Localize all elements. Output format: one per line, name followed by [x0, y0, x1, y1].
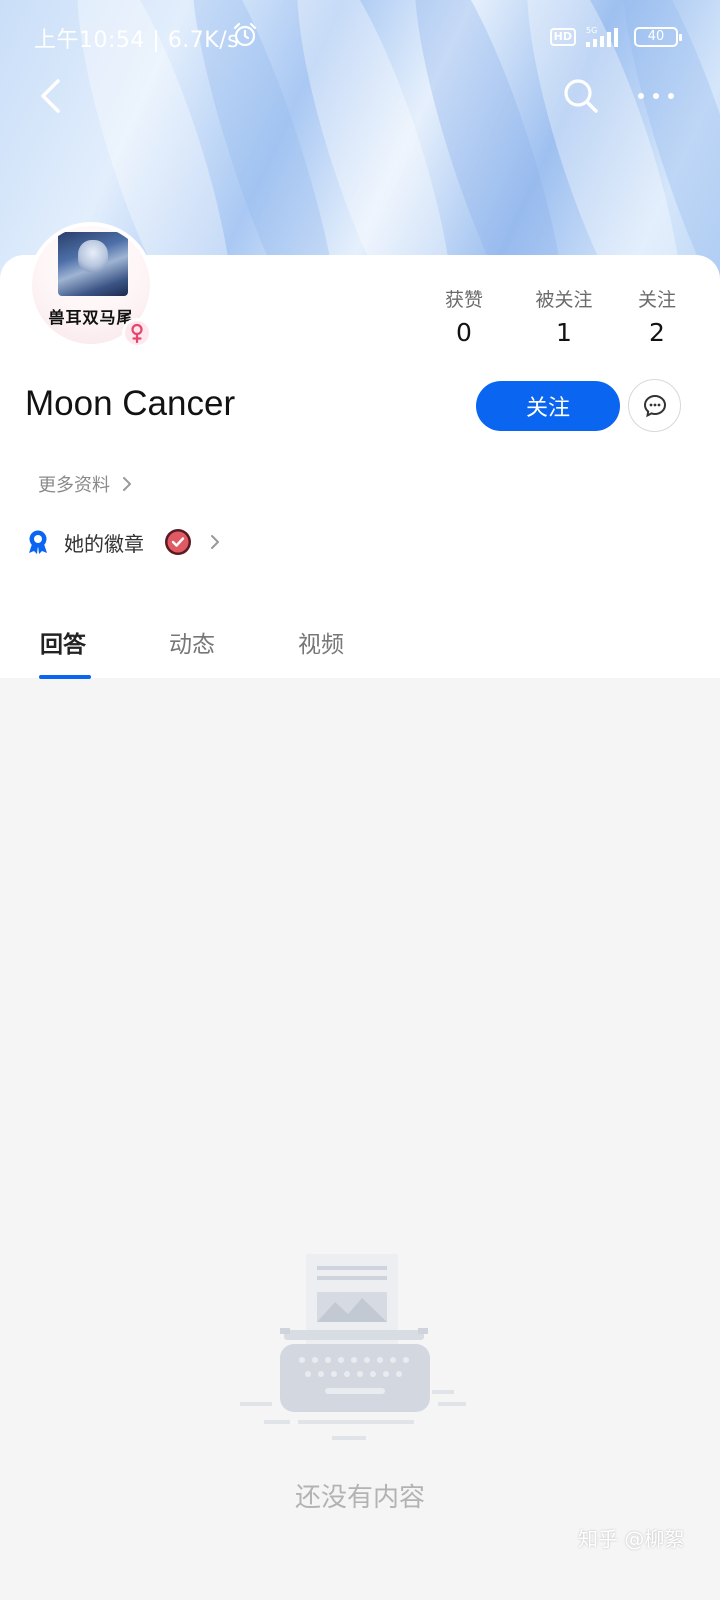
watermark: 知乎 @柳絮 — [578, 1527, 685, 1551]
stat-likes[interactable]: 获赞 0 — [432, 285, 496, 347]
stat-followers[interactable]: 被关注 1 — [524, 285, 604, 347]
stat-value: 1 — [556, 318, 572, 347]
verified-badge-icon — [165, 529, 191, 555]
tab-activity[interactable]: 动态 — [169, 625, 215, 659]
avatar-image — [58, 232, 128, 296]
battery-icon: 40 — [634, 27, 682, 47]
content-tabs: 回答 动态 视频 — [0, 603, 720, 679]
empty-state-text: 还没有内容 — [294, 1483, 425, 1513]
typewriter-icon — [240, 1254, 466, 1440]
chevron-right-icon — [211, 535, 219, 549]
tab-answers[interactable]: 回答 — [40, 625, 86, 659]
stat-value: 0 — [456, 318, 472, 347]
more-options-button[interactable] — [630, 72, 682, 120]
alarm-icon — [233, 22, 257, 47]
stat-label: 关注 — [637, 289, 676, 311]
stat-label: 被关注 — [535, 289, 593, 311]
chevron-right-icon — [123, 477, 131, 491]
hd-badge: HD — [549, 28, 576, 46]
svg-text:5G: 5G — [586, 26, 597, 35]
badges-label: 她的徽章 — [64, 531, 144, 556]
search-icon — [564, 79, 598, 113]
badges-link[interactable]: 她的徽章 — [26, 524, 220, 560]
more-horizontal-icon — [638, 93, 674, 99]
female-icon — [122, 318, 152, 348]
message-button[interactable] — [628, 379, 681, 432]
back-button[interactable] — [28, 72, 72, 120]
status-time: 上午10:54 | 6.7K/s — [34, 28, 240, 53]
stat-value: 2 — [649, 318, 665, 347]
chevron-left-icon — [41, 79, 60, 113]
follow-button[interactable]: 关注 — [476, 381, 620, 431]
status-bar: 上午10:54 | 6.7K/s HD 5G 40 — [0, 0, 720, 72]
chat-bubble-icon — [643, 394, 666, 417]
tab-videos[interactable]: 视频 — [298, 625, 344, 659]
stat-following[interactable]: 关注 2 — [628, 285, 686, 347]
user-name: Moon Cancer — [25, 384, 236, 423]
more-info-link[interactable]: 更多资料 — [38, 471, 132, 497]
badge-ribbon-icon — [29, 530, 47, 554]
tab-indicator — [39, 675, 91, 679]
stat-label: 获赞 — [444, 289, 483, 311]
signal-5g-icon: 5G — [586, 26, 618, 47]
more-info-label: 更多资料 — [38, 475, 110, 496]
search-button[interactable] — [558, 72, 604, 120]
